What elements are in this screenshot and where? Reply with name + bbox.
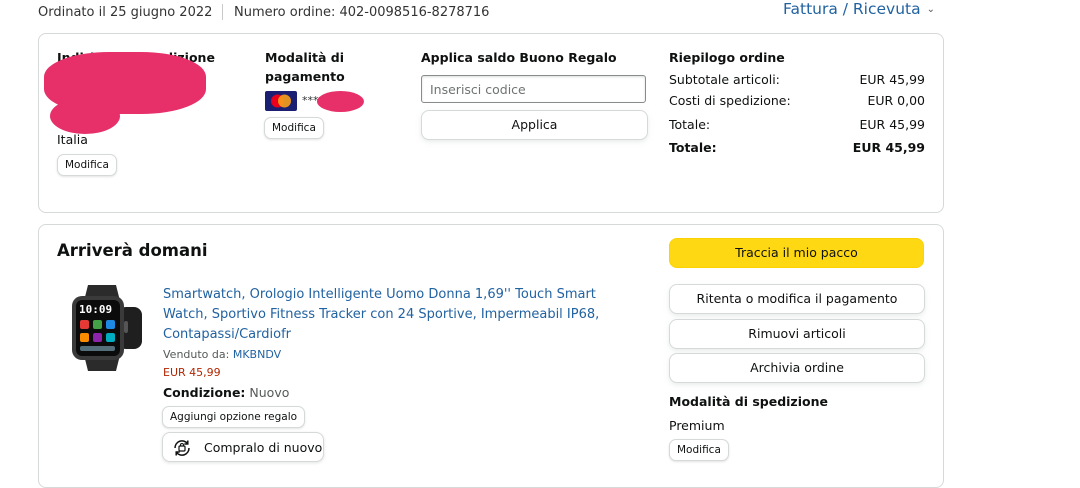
track-package-button[interactable]: Traccia il mio pacco [669, 238, 924, 268]
order-date: Ordinato il 25 giugno 2022 [38, 5, 213, 20]
sold-by-label: Venduto da: [163, 348, 230, 361]
payment-title-line1: Modalità di [265, 50, 344, 65]
gift-code-input[interactable] [421, 75, 646, 103]
order-number: Numero ordine: 402-0098516-8278716 [234, 5, 490, 20]
payment-title: Modalità di pagamento [265, 48, 345, 86]
buy-again-icon [171, 437, 193, 459]
product-title-link[interactable]: Smartwatch, Orologio Intelligente Uomo D… [163, 285, 638, 345]
order-header: Ordinato il 25 giugno 2022 Numero ordine… [0, 0, 1080, 28]
redaction-mark [50, 98, 120, 134]
payment-title-line2: pagamento [265, 69, 345, 84]
summary-label: Subtotale articoli: [669, 72, 780, 87]
seller-link[interactable]: MKBNDV [233, 348, 281, 361]
chevron-down-icon: ⌄ [926, 4, 936, 15]
summary-label: Totale: [669, 117, 711, 132]
product-price: EUR 45,99 [163, 366, 221, 379]
buy-again-label: Compralo di nuovo [204, 440, 323, 455]
shipping-method-value: Premium [669, 418, 725, 433]
remove-items-button[interactable]: Rimuovi articoli [669, 319, 925, 349]
header-divider [222, 4, 223, 20]
gift-card-title: Applica saldo Buono Regalo [421, 50, 617, 65]
buy-again-button[interactable]: Compralo di nuovo [162, 432, 324, 462]
summary-label: Costi di spedizione: [669, 93, 791, 108]
mastercard-icon [265, 91, 297, 111]
edit-payment-button[interactable]: Modifica [264, 117, 324, 139]
summary-value: EUR 45,99 [859, 117, 926, 132]
redaction-mark [317, 91, 364, 112]
summary-label: Totale: [669, 140, 717, 155]
retry-payment-button[interactable]: Ritenta o modifica il pagamento [669, 284, 925, 314]
shipping-method-title: Modalità di spedizione [669, 394, 828, 409]
product-image[interactable]: 10:09 [66, 283, 146, 373]
condition-value: Nuovo [249, 385, 290, 400]
product-condition: Condizione: Nuovo [163, 384, 289, 402]
watch-face-time: 10:09 [79, 303, 113, 316]
summary-value: EUR 0,00 [867, 93, 925, 108]
summary-value: EUR 45,99 [859, 72, 926, 87]
add-gift-option-button[interactable]: Aggiungi opzione regalo [162, 406, 306, 428]
summary-value: EUR 45,99 [852, 140, 925, 155]
condition-label: Condizione: [163, 385, 246, 400]
invoice-link[interactable]: Fattura / Ricevuta ⌄ [783, 0, 935, 18]
edit-shipping-method-button[interactable]: Modifica [669, 439, 729, 461]
invoice-label: Fattura / Ricevuta [783, 0, 921, 18]
sold-by: Venduto da: MKBNDV [163, 346, 281, 364]
apply-gift-button[interactable]: Applica [421, 110, 648, 140]
delivery-status: Arriverà domani [57, 241, 208, 260]
archive-order-button[interactable]: Archivia ordine [669, 353, 925, 383]
order-summary-title: Riepilogo ordine [669, 50, 785, 65]
address-country: Italia [57, 132, 88, 147]
edit-address-button[interactable]: Modifica [57, 154, 117, 176]
